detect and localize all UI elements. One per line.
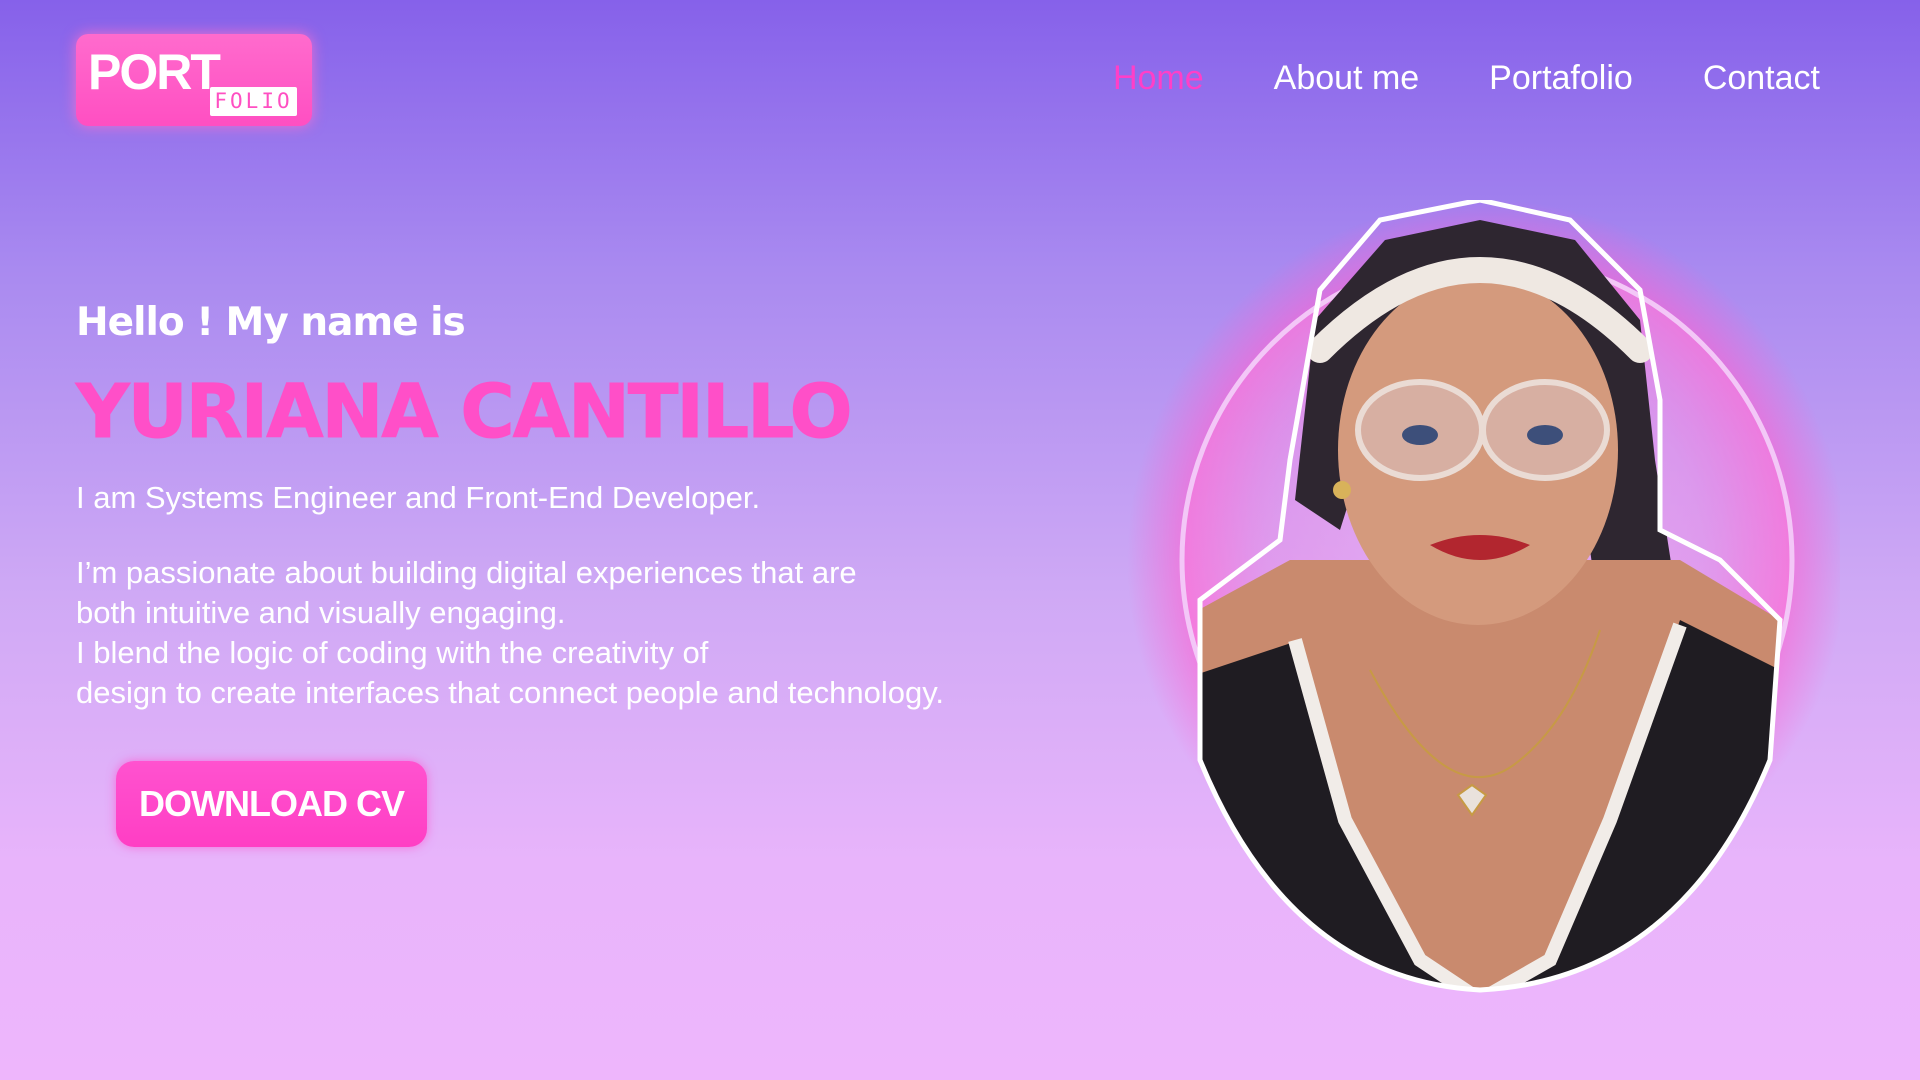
nav-home[interactable]: Home <box>1113 58 1204 99</box>
bio-line: both intuitive and visually engaging. <box>76 595 566 630</box>
hero-role: I am Systems Engineer and Front-End Deve… <box>76 480 761 515</box>
hero-bio: I’m passionate about building digital ex… <box>76 553 1036 713</box>
logo-text-port: PORT <box>88 44 221 100</box>
bio-line: design to create interfaces that connect… <box>76 675 945 710</box>
main-nav: Home About me Portafolio Contact <box>1113 58 1820 99</box>
profile-photo <box>1120 200 1840 1000</box>
nav-about-me[interactable]: About me <box>1274 58 1420 99</box>
hero-name: YURIANA CANTILLO <box>76 369 854 455</box>
download-cv-button[interactable]: DOWNLOAD CV <box>116 761 427 847</box>
hero-greeting: Hello ! My name is <box>76 300 466 345</box>
nav-contact[interactable]: Contact <box>1703 58 1820 99</box>
bio-line: I blend the logic of coding with the cre… <box>76 635 709 670</box>
bio-line: I’m passionate about building digital ex… <box>76 555 857 590</box>
site-logo[interactable]: PORT FOLIO <box>76 34 312 126</box>
logo-text-folio: FOLIO <box>210 87 297 116</box>
nav-portafolio[interactable]: Portafolio <box>1489 58 1633 99</box>
